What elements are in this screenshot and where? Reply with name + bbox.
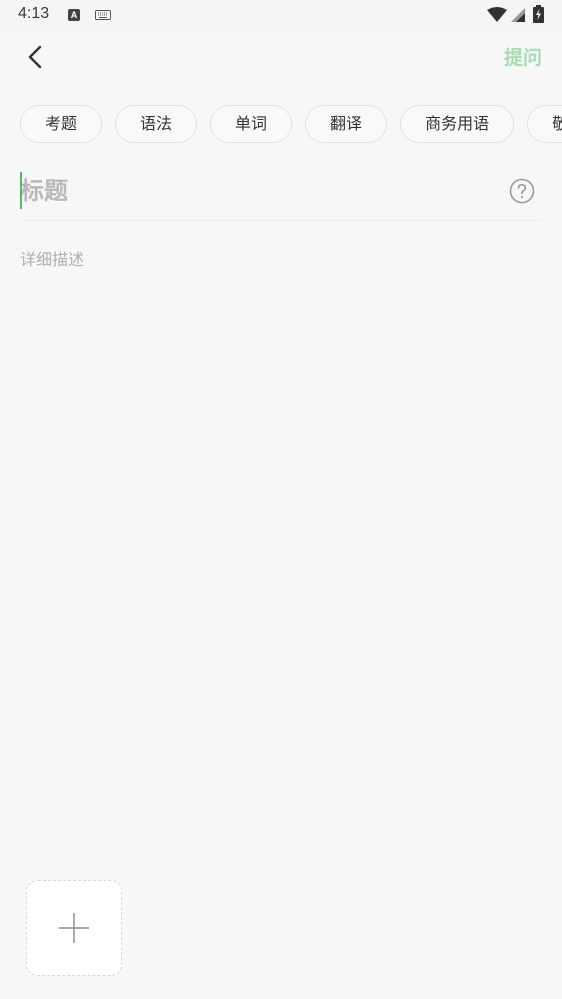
status-bar: 4:13 A (0, 0, 562, 32)
back-arrow-icon (28, 45, 42, 69)
back-button[interactable] (18, 40, 52, 74)
description-input[interactable] (20, 246, 542, 846)
notification-a-icon: A (68, 9, 80, 21)
category-chip[interactable]: 语法 (115, 105, 198, 143)
add-image-button[interactable] (26, 880, 122, 976)
text-caret (20, 172, 22, 209)
category-chip[interactable]: 翻译 (305, 105, 388, 143)
plus-icon (59, 913, 89, 943)
category-chips: 考题语法单词翻译商务用语敬语 (20, 105, 562, 143)
wifi-icon (487, 7, 507, 22)
title-input[interactable] (20, 170, 490, 212)
keyboard-icon (95, 10, 111, 20)
ask-question-button[interactable]: 提问 (504, 43, 542, 70)
signal-icon (511, 8, 525, 22)
category-chip[interactable]: 考题 (20, 105, 103, 143)
category-chip[interactable]: 单词 (210, 105, 293, 143)
help-icon[interactable] (509, 178, 535, 204)
category-chip[interactable]: 敬语 (527, 105, 562, 143)
battery-icon (533, 5, 544, 23)
title-area (20, 170, 542, 221)
category-chip[interactable]: 商务用语 (400, 105, 515, 143)
status-time: 4:13 (18, 5, 50, 22)
